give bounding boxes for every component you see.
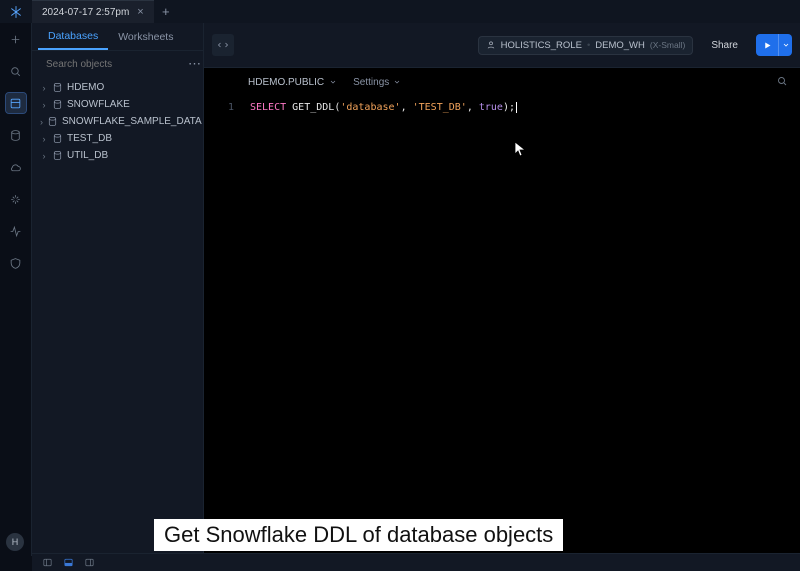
sql-editor[interactable]: SELECT GET_DDL('database', 'TEST_DB', tr… <box>244 96 800 556</box>
database-icon <box>52 82 63 93</box>
rail-cloud-icon[interactable] <box>6 157 26 177</box>
context-label: HDEMO.PUBLIC <box>248 77 324 88</box>
caption-overlay: Get Snowflake DDL of database objects <box>154 519 563 551</box>
user-avatar[interactable]: H <box>6 533 24 551</box>
run-button[interactable] <box>756 34 778 56</box>
status-bar <box>32 553 800 571</box>
database-icon <box>47 116 58 127</box>
tree-item-snowflake[interactable]: › SNOWFLAKE <box>32 96 203 113</box>
tree-label: TEST_DB <box>67 133 112 144</box>
chevron-down-icon <box>782 41 790 49</box>
rail-shield-icon[interactable] <box>6 253 26 273</box>
line-gutter: 1 <box>204 96 244 556</box>
new-tab-button[interactable]: + <box>154 4 178 19</box>
snowflake-logo[interactable] <box>0 0 32 23</box>
play-icon <box>763 41 772 50</box>
line-number: 1 <box>204 100 234 116</box>
rail-home-icon[interactable] <box>6 29 26 49</box>
tree-label: UTIL_DB <box>67 150 108 161</box>
chevron-right-icon: › <box>40 134 48 144</box>
warehouse-label: DEMO_WH <box>595 40 645 51</box>
database-icon <box>52 99 63 110</box>
warehouse-size: (X-Small) <box>650 40 685 50</box>
search-input[interactable] <box>46 59 178 70</box>
panel-right-icon[interactable] <box>84 557 95 568</box>
chevron-right-icon: › <box>40 117 43 127</box>
context-selector[interactable]: HDEMO.PUBLIC <box>248 77 337 88</box>
role-warehouse-selector[interactable]: HOLISTICS_ROLE • DEMO_WH (X-Small) <box>478 36 694 55</box>
database-icon <box>52 133 63 144</box>
settings-dropdown[interactable]: Settings <box>353 77 401 88</box>
sql-string: 'TEST_DB' <box>413 102 467 113</box>
tab-worksheets[interactable]: Worksheets <box>108 23 183 50</box>
tree-item-hdemo[interactable]: › HDEMO <box>32 79 203 96</box>
panel-icon[interactable] <box>42 557 53 568</box>
panel-bottom-icon[interactable] <box>63 557 74 568</box>
share-button[interactable]: Share <box>701 36 748 55</box>
sql-string: 'database' <box>340 102 400 113</box>
settings-label: Settings <box>353 77 389 88</box>
rail-data-icon[interactable] <box>6 125 26 145</box>
tab-label: 2024-07-17 2:57pm <box>42 7 129 18</box>
chevron-down-icon <box>329 78 337 86</box>
tree-item-test-db[interactable]: › TEST_DB <box>32 130 203 147</box>
close-icon[interactable]: × <box>137 6 143 18</box>
sql-function: GET_DDL <box>292 102 334 113</box>
chevron-down-icon <box>393 78 401 86</box>
role-label: HOLISTICS_ROLE <box>501 40 582 51</box>
database-icon <box>52 150 63 161</box>
sql-bool: true <box>479 102 503 113</box>
rail-activity-icon[interactable] <box>6 221 26 241</box>
worksheet-tab[interactable]: 2024-07-17 2:57pm × <box>32 0 154 23</box>
rail-sparkle-icon[interactable] <box>6 189 26 209</box>
user-icon <box>486 40 496 50</box>
tree-label: HDEMO <box>67 82 104 93</box>
sidebar-more-icon[interactable]: ⋯ <box>184 56 205 72</box>
toggle-panel-icon[interactable] <box>212 34 234 56</box>
rail-search-icon[interactable] <box>6 61 26 81</box>
avatar-initial: H <box>12 537 19 547</box>
tree-label: SNOWFLAKE <box>67 99 130 110</box>
chevron-right-icon: › <box>40 83 48 93</box>
run-dropdown[interactable] <box>778 34 792 56</box>
sql-keyword: SELECT <box>250 102 286 113</box>
tree-item-sample-data[interactable]: › SNOWFLAKE_SAMPLE_DATA <box>32 113 203 130</box>
tab-databases[interactable]: Databases <box>38 23 108 50</box>
chevron-right-icon: › <box>40 151 48 161</box>
tree-item-util-db[interactable]: › UTIL_DB <box>32 147 203 164</box>
tree-label: SNOWFLAKE_SAMPLE_DATA <box>62 116 202 127</box>
rail-worksheets-icon[interactable] <box>6 93 26 113</box>
editor-search-icon[interactable] <box>776 75 788 90</box>
chevron-right-icon: › <box>40 100 48 110</box>
